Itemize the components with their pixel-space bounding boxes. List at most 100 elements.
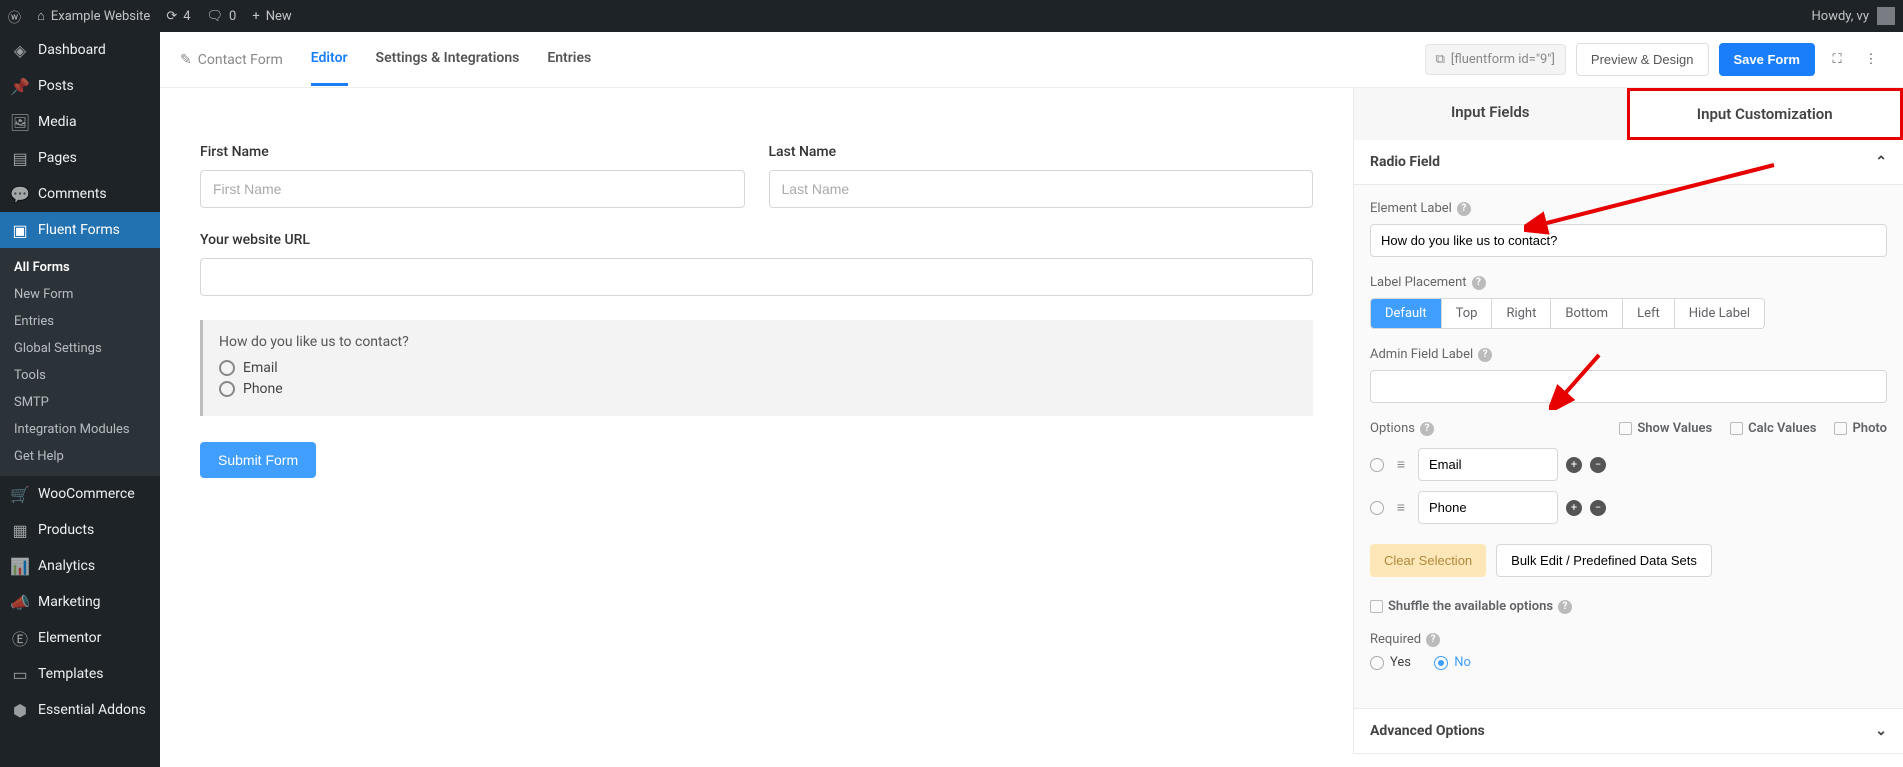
default-radio[interactable] [1370, 458, 1384, 472]
settings-panel: Input Fields Input Customization Radio F… [1353, 88, 1903, 754]
help-icon[interactable]: ? [1478, 348, 1492, 362]
site-name: Example Website [51, 9, 150, 24]
remove-option-button[interactable]: − [1590, 457, 1606, 473]
menu-icon: 📌 [10, 76, 30, 96]
tab-input-fields[interactable]: Input Fields [1354, 88, 1627, 140]
sidebar-item-essential-addons[interactable]: ⬢Essential Addons [0, 692, 160, 728]
submenu-all-forms[interactable]: All Forms [0, 254, 160, 281]
sidebar-item-dashboard[interactable]: ◈Dashboard [0, 32, 160, 68]
menu-icon: ⬢ [10, 700, 30, 720]
required-yes[interactable]: Yes [1370, 655, 1411, 670]
section-advanced[interactable]: Advanced Options ⌄ [1354, 708, 1903, 754]
submit-button[interactable]: Submit Form [200, 442, 316, 478]
submenu-smtp[interactable]: SMTP [0, 389, 160, 416]
last-name-input[interactable] [769, 170, 1314, 208]
menu-icon: 🛒 [10, 484, 30, 504]
more-icon[interactable]: ⋮ [1859, 48, 1883, 72]
copy-icon: ⧉ [1436, 52, 1445, 67]
help-icon[interactable]: ? [1426, 633, 1440, 647]
radio-question: How do you like us to contact? [219, 334, 1297, 350]
radio-option[interactable]: Phone [219, 381, 1297, 397]
option-row: ≡ +− [1370, 491, 1887, 524]
placement-top[interactable]: Top [1442, 299, 1493, 328]
placement-bottom[interactable]: Bottom [1551, 299, 1623, 328]
show-values-checkbox[interactable]: Show Values [1619, 421, 1712, 436]
section-radio-field[interactable]: Radio Field ⌃ [1354, 140, 1903, 185]
menu-icon: ▤ [10, 148, 30, 168]
radio-field-block[interactable]: How do you like us to contact? Email Phon… [200, 320, 1313, 416]
clear-selection-button[interactable]: Clear Selection [1370, 544, 1486, 577]
submenu-global-settings[interactable]: Global Settings [0, 335, 160, 362]
element-label-input[interactable] [1370, 224, 1887, 257]
sidebar-item-comments[interactable]: 💬Comments [0, 176, 160, 212]
menu-icon: 💬 [10, 184, 30, 204]
tab-entries[interactable]: Entries [547, 33, 591, 86]
bulk-edit-button[interactable]: Bulk Edit / Predefined Data Sets [1496, 544, 1712, 577]
first-name-input[interactable] [200, 170, 745, 208]
drag-icon[interactable]: ≡ [1392, 499, 1410, 516]
form-title[interactable]: ✎ Contact Form [180, 52, 283, 68]
preview-button[interactable]: Preview & Design [1576, 43, 1709, 76]
option-row: ≡ +− [1370, 448, 1887, 481]
last-name-label: Last Name [769, 144, 1314, 160]
sidebar-item-fluent-forms[interactable]: ▣Fluent Forms [0, 212, 160, 248]
help-icon[interactable]: ? [1472, 276, 1486, 290]
placement-hide-label[interactable]: Hide Label [1675, 299, 1764, 328]
updates-link[interactable]: ⟳ 4 [166, 9, 190, 24]
avatar[interactable] [1877, 7, 1895, 25]
tab-editor[interactable]: Editor [311, 33, 348, 86]
remove-option-button[interactable]: − [1590, 500, 1606, 516]
add-option-button[interactable]: + [1566, 457, 1582, 473]
menu-icon: 📊 [10, 556, 30, 576]
option-label-input[interactable] [1418, 448, 1558, 481]
calc-values-checkbox[interactable]: Calc Values [1730, 421, 1816, 436]
shuffle-checkbox[interactable]: Shuffle the available options? [1370, 599, 1887, 614]
menu-icon: ▭ [10, 664, 30, 684]
sidebar-item-templates[interactable]: ▭Templates [0, 656, 160, 692]
url-input[interactable] [200, 258, 1313, 296]
tab-input-customization[interactable]: Input Customization [1627, 88, 1903, 140]
placement-default[interactable]: Default [1371, 299, 1442, 328]
first-name-label: First Name [200, 144, 745, 160]
site-name-link[interactable]: ⌂ Example Website [37, 8, 150, 24]
required-no[interactable]: No [1434, 655, 1471, 670]
new-link[interactable]: + New [252, 9, 291, 24]
sidebar-item-analytics[interactable]: 📊Analytics [0, 548, 160, 584]
add-option-button[interactable]: + [1566, 500, 1582, 516]
help-icon[interactable]: ? [1457, 202, 1471, 216]
submenu-integration-modules[interactable]: Integration Modules [0, 416, 160, 443]
radio-option[interactable]: Email [219, 360, 1297, 376]
option-label-input[interactable] [1418, 491, 1558, 524]
wp-logo[interactable]: ⓦ [8, 7, 21, 26]
help-icon[interactable]: ? [1420, 422, 1434, 436]
submenu-get-help[interactable]: Get Help [0, 443, 160, 470]
admin-field-input[interactable] [1370, 370, 1887, 403]
sidebar-item-pages[interactable]: ▤Pages [0, 140, 160, 176]
default-radio[interactable] [1370, 501, 1384, 515]
tab-settings-integrations[interactable]: Settings & Integrations [376, 33, 520, 86]
sidebar-item-products[interactable]: ▦Products [0, 512, 160, 548]
radio-circle-icon [219, 360, 235, 376]
submenu-entries[interactable]: Entries [0, 308, 160, 335]
save-button[interactable]: Save Form [1719, 43, 1815, 76]
submenu-new-form[interactable]: New Form [0, 281, 160, 308]
sidebar-item-posts[interactable]: 📌Posts [0, 68, 160, 104]
sidebar-item-marketing[interactable]: 📣Marketing [0, 584, 160, 620]
submenu-tools[interactable]: Tools [0, 362, 160, 389]
radio-circle-icon [219, 381, 235, 397]
sidebar-item-elementor[interactable]: ⒺElementor [0, 620, 160, 656]
placement-right[interactable]: Right [1492, 299, 1551, 328]
shortcode-box[interactable]: ⧉[fluentform id="9"] [1425, 44, 1566, 75]
photo-checkbox[interactable]: Photo [1834, 421, 1887, 436]
fullscreen-icon[interactable]: ⛶ [1825, 48, 1849, 72]
comments-link[interactable]: 🗨 0 [207, 9, 237, 24]
form-topbar: ✎ Contact Form Editor Settings & Integrat… [160, 32, 1903, 88]
form-canvas: First Name Last Name Your website URL Ho… [160, 88, 1353, 754]
sidebar-item-media[interactable]: 🖼Media [0, 104, 160, 140]
sidebar-item-woocommerce[interactable]: 🛒WooCommerce [0, 476, 160, 512]
help-icon[interactable]: ? [1558, 600, 1572, 614]
drag-icon[interactable]: ≡ [1392, 456, 1410, 473]
menu-icon: 🖼 [10, 112, 30, 132]
greeting[interactable]: Howdy, vy [1812, 9, 1870, 24]
placement-left[interactable]: Left [1623, 299, 1675, 328]
